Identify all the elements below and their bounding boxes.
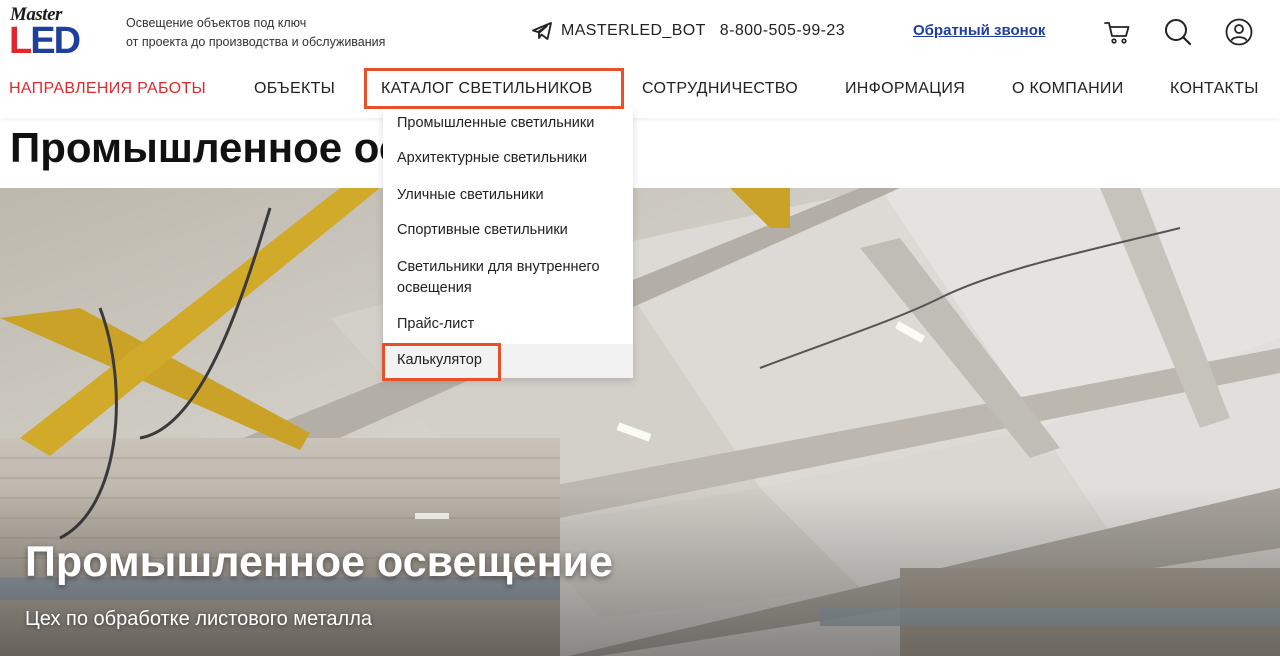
masterled-logo[interactable]: Master LED [8,4,86,62]
nav-item-about[interactable]: О КОМПАНИИ [1012,80,1124,98]
phone-link[interactable]: 8-800-505-99-23 [720,22,845,40]
search-icon[interactable] [1163,17,1193,47]
nav-item-information[interactable]: ИНФОРМАЦИЯ [845,80,965,98]
dropdown-item-indoor[interactable]: Светильники для внутреннего освещения [397,257,600,299]
cart-icon[interactable] [1102,17,1132,47]
user-icon[interactable] [1224,17,1254,47]
nav-item-contacts[interactable]: КОНТАКТЫ [1170,80,1259,98]
logo-led-text: LED [9,20,81,62]
dropdown-item-indoor-line1: Светильники для внутреннего [397,259,600,275]
tagline-line-2: от проекта до производства и обслуживани… [126,35,386,49]
nav-item-directions[interactable]: НАПРАВЛЕНИЯ РАБОТЫ [9,80,206,98]
site-header: Master LED Освещение объектов под ключ о… [0,0,1280,118]
telegram-bot-link[interactable]: MASTERLED_BOT [561,22,706,40]
dropdown-item-industrial[interactable]: Промышленные светильники [397,113,594,134]
dropdown-item-architectural[interactable]: Архитектурные светильники [397,148,587,169]
dropdown-item-street[interactable]: Уличные светильники [397,185,544,206]
header-tagline: Освещение объектов под ключ от проекта д… [126,14,385,52]
nav-item-catalog[interactable]: КАТАЛОГ СВЕТИЛЬНИКОВ [381,80,593,98]
telegram-plane-icon[interactable] [530,19,554,43]
header-contacts: MASTERLED_BOT 8-800-505-99-23 [530,19,845,43]
dropdown-item-indoor-line2: освещения [397,280,472,296]
dropdown-item-calculator[interactable]: Калькулятор [397,350,482,371]
catalog-dropdown-menu: Промышленные светильники Архитектурные с… [383,108,633,378]
nav-item-objects[interactable]: ОБЪЕКТЫ [254,80,335,98]
nav-item-cooperation[interactable]: СОТРУДНИЧЕСТВО [642,80,798,98]
callback-link[interactable]: Обратный звонок [913,22,1045,39]
dropdown-item-sport[interactable]: Спортивные светильники [397,220,568,241]
hero-subtitle: Цех по обработке листового металла [25,608,373,630]
hero-title: Промышленное освещение [25,538,613,586]
dropdown-item-price-list[interactable]: Прайс-лист [397,314,474,335]
tagline-line-1: Освещение объектов под ключ [126,16,307,30]
